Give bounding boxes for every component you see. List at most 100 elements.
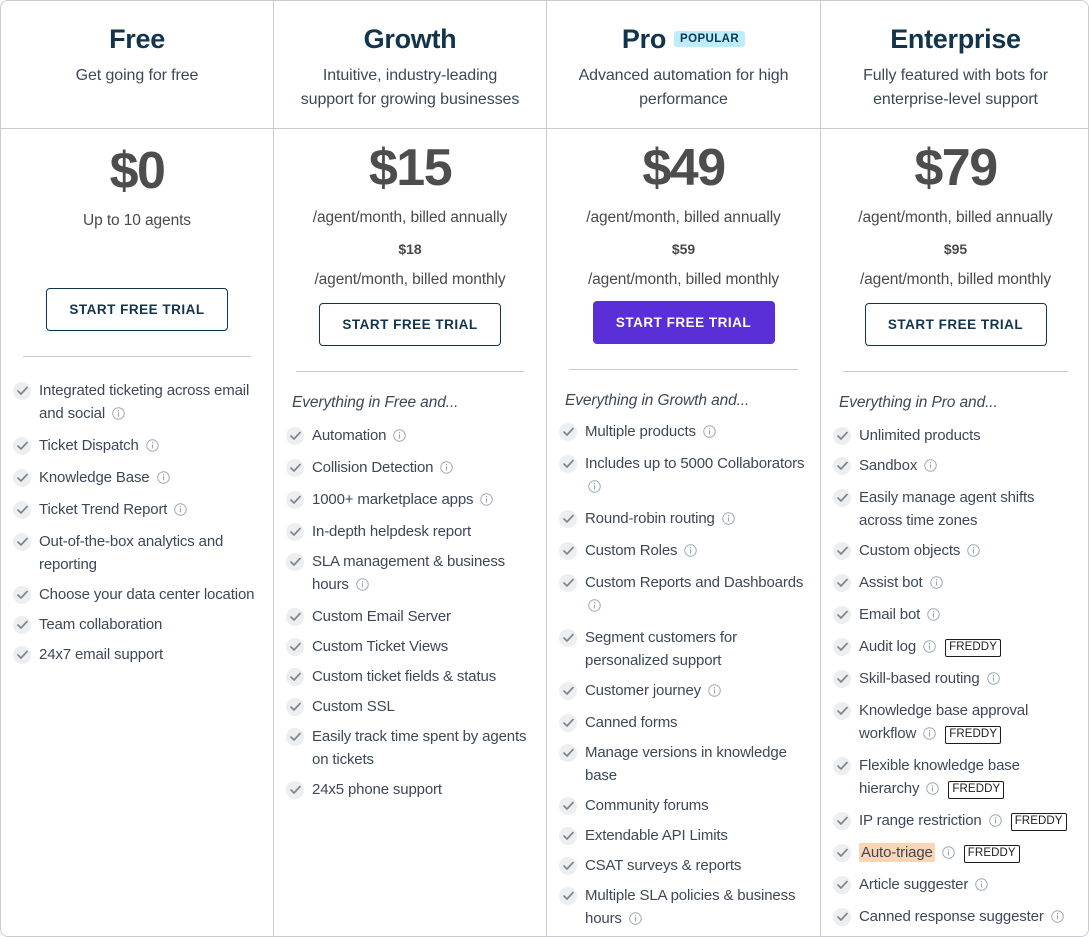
check-icon <box>13 616 31 634</box>
feature-label-wrap: 1000+ marketplace apps <box>312 488 494 513</box>
feature-label-wrap: Automation <box>312 424 407 449</box>
plan-price-monthly-pro: $59 <box>671 241 696 257</box>
info-icon[interactable] <box>356 575 369 598</box>
feature-label-wrap: Easily track time spent by agents on tic… <box>312 725 536 771</box>
feature-label-wrap: Knowledge base approval workflow FREDDY <box>859 699 1080 747</box>
check-icon <box>13 586 31 604</box>
feature-label-wrap: Custom Reports and Dashboards <box>585 571 810 619</box>
feature-label: Extendable API Limits <box>585 827 728 844</box>
check-icon <box>286 427 304 445</box>
check-icon <box>833 812 851 830</box>
info-icon[interactable] <box>703 422 716 445</box>
feature-label: Multiple SLA policies & business hours <box>585 887 796 927</box>
start-free-trial-button-pro[interactable]: START FREE TRIAL <box>592 301 775 344</box>
feature-item: Out-of-the-box analytics and reporting <box>13 530 263 576</box>
start-free-trial-button-growth[interactable]: START FREE TRIAL <box>319 303 501 346</box>
feature-item: Flexible knowledge base hierarchy FREDDY <box>833 754 1080 802</box>
plan-tagline-growth: Intuitive, industry-leading support for … <box>300 67 520 108</box>
info-icon[interactable] <box>156 468 170 491</box>
check-icon <box>286 491 304 509</box>
plan-price-caption-free: Up to 10 agents <box>83 212 191 229</box>
feature-label: Canned response suggester <box>859 908 1044 925</box>
check-icon <box>286 698 304 716</box>
info-icon[interactable] <box>708 681 721 704</box>
plan-price-monthly-caption-growth: /agent/month, billed monthly <box>314 271 506 288</box>
check-icon <box>286 523 304 541</box>
plan-tagline-free: Get going for free <box>75 67 199 84</box>
feature-label-wrap: Custom objects <box>859 539 981 564</box>
info-icon[interactable] <box>942 843 955 866</box>
check-icon <box>286 608 304 626</box>
feature-label: Assist bot <box>859 574 923 591</box>
info-icon[interactable] <box>988 811 1002 834</box>
feature-label: Custom SSL <box>312 698 395 715</box>
info-icon[interactable] <box>929 573 943 596</box>
feature-item: Integrated ticketing across email and so… <box>13 379 263 427</box>
feature-label: Knowledge Base <box>39 469 150 486</box>
check-icon <box>559 510 577 528</box>
check-icon <box>286 668 304 686</box>
info-icon[interactable] <box>926 779 940 802</box>
feature-label-wrap: CSAT surveys & reports <box>585 854 741 877</box>
info-icon[interactable] <box>986 669 1000 692</box>
info-icon[interactable] <box>393 426 407 449</box>
feature-list-growth: Automation Collision Detection 1000+ mar… <box>274 412 546 801</box>
info-icon[interactable] <box>923 724 936 747</box>
feature-label: CSAT surveys & reports <box>585 857 742 874</box>
feature-item: Unlimited products <box>833 424 1080 447</box>
info-icon[interactable] <box>924 456 937 479</box>
plan-price-caption-pro: /agent/month, billed annually <box>586 209 781 226</box>
check-icon <box>559 857 577 875</box>
cta-wrap-pro: START FREE TRIAL <box>547 291 820 344</box>
feature-item: Custom objects <box>833 539 1080 564</box>
feature-label: Canned forms <box>585 714 678 731</box>
feature-label: Ticket Trend Report <box>39 501 168 518</box>
info-icon[interactable] <box>927 605 940 628</box>
feature-label: Automation <box>312 427 387 444</box>
start-free-trial-button-free[interactable]: START FREE TRIAL <box>46 288 228 331</box>
feature-label-wrap: Flexible knowledge base hierarchy FREDDY <box>859 754 1080 802</box>
info-icon[interactable] <box>629 909 642 932</box>
feature-item: Customer journey <box>559 679 810 704</box>
feature-item: Multiple products <box>559 420 810 445</box>
feature-label: Community forums <box>585 797 709 814</box>
info-icon[interactable] <box>722 509 735 532</box>
plan-price-monthly-caption-pro: /agent/month, billed monthly <box>587 271 780 288</box>
info-icon[interactable] <box>146 436 159 459</box>
info-icon[interactable] <box>480 490 494 513</box>
plan-column-growth: Growth Intuitive, industry-leading suppo… <box>274 1 547 936</box>
info-icon[interactable] <box>588 596 601 619</box>
cta-wrap-enterprise: START FREE TRIAL <box>821 291 1088 346</box>
plan-header-free: Free Get going for free <box>1 1 273 129</box>
feature-item: Assist bot <box>833 571 1080 596</box>
info-icon[interactable] <box>684 541 698 564</box>
feature-item: Segment customers for personalized suppo… <box>559 626 810 672</box>
check-icon <box>13 501 31 519</box>
feature-label-wrap: Round-robin routing <box>585 507 735 532</box>
feature-item: Ticket Trend Report <box>13 498 263 523</box>
feature-label-wrap: Assist bot <box>859 571 943 596</box>
info-icon[interactable] <box>174 500 188 523</box>
feature-item: Easily track time spent by agents on tic… <box>286 725 536 771</box>
check-icon <box>833 606 851 624</box>
feature-label-wrap: Auto-triage FREDDY <box>859 841 1020 866</box>
info-icon[interactable] <box>975 875 988 898</box>
feature-label-wrap: Community forums <box>585 794 709 817</box>
info-icon[interactable] <box>1051 907 1064 930</box>
info-icon[interactable] <box>588 477 601 500</box>
plan-price-block-growth: $15 /agent/month, billed annually $18 /a… <box>274 129 546 291</box>
feature-item: 1000+ marketplace apps <box>286 488 536 513</box>
feature-label: Custom ticket fields & status <box>312 668 497 685</box>
info-icon[interactable] <box>923 637 936 660</box>
plan-price-block-enterprise: $79 /agent/month, billed annually $95 /a… <box>821 129 1088 291</box>
check-icon <box>559 682 577 700</box>
info-icon[interactable] <box>967 541 981 564</box>
feature-label-wrap: Email bot <box>859 603 940 628</box>
check-icon <box>833 638 851 656</box>
info-icon[interactable] <box>440 458 454 481</box>
start-free-trial-button-enterprise[interactable]: START FREE TRIAL <box>864 303 1047 346</box>
info-icon[interactable] <box>112 404 125 427</box>
feature-label-wrap: Integrated ticketing across email and so… <box>39 379 263 427</box>
feature-label: Ticket Dispatch <box>39 437 139 454</box>
feature-item: Custom ticket fields & status <box>286 665 536 688</box>
